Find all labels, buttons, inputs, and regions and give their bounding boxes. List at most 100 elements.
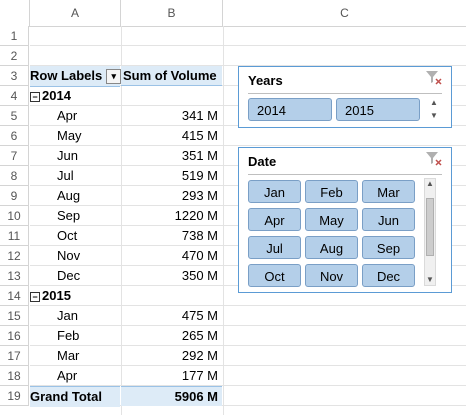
pivot-value-cell[interactable] bbox=[121, 286, 222, 306]
pivot-item-label[interactable]: Oct bbox=[30, 226, 120, 246]
slicer-button-mar[interactable]: Mar bbox=[362, 180, 415, 203]
pivot-value-cell[interactable]: 177 M bbox=[121, 366, 222, 386]
pivot-label-text: Sep bbox=[57, 208, 81, 223]
row-labels-text: Row Labels bbox=[30, 68, 103, 83]
grand-total-value[interactable]: 5906 M bbox=[121, 386, 222, 406]
pivot-item-label[interactable]: Apr bbox=[30, 366, 120, 386]
pivot-label-text: Feb bbox=[57, 328, 80, 343]
row-header[interactable]: 2 bbox=[0, 46, 29, 66]
pivot-item-label[interactable]: Jul bbox=[30, 166, 120, 186]
slicer-button-2015[interactable]: 2015 bbox=[336, 98, 420, 121]
slicer-button-aug[interactable]: Aug bbox=[305, 236, 358, 259]
row-header[interactable]: 14 bbox=[0, 286, 29, 306]
pivot-value-cell[interactable]: 1220 M bbox=[121, 206, 222, 226]
collapse-icon[interactable]: − bbox=[30, 91, 40, 102]
collapse-icon[interactable]: − bbox=[30, 291, 40, 302]
date-scroll-up-icon[interactable]: ▲ bbox=[425, 179, 435, 189]
pivot-item-label[interactable]: Mar bbox=[30, 346, 120, 366]
slicer-button-nov[interactable]: Nov bbox=[305, 264, 358, 287]
pivot-value-cell[interactable]: 265 M bbox=[121, 326, 222, 346]
pivot-label-text: Jul bbox=[57, 168, 74, 183]
slicer-button-dec[interactable]: Dec bbox=[362, 264, 415, 287]
column-header-b[interactable]: B bbox=[121, 0, 223, 26]
pivot-item-label[interactable]: Jun bbox=[30, 146, 120, 166]
pivot-item-label[interactable]: Dec bbox=[30, 266, 120, 286]
years-slicer-title: Years bbox=[248, 73, 283, 88]
slicer-button-jan[interactable]: Jan bbox=[248, 180, 301, 203]
pivot-value-cell[interactable]: 470 M bbox=[121, 246, 222, 266]
pivot-item-label[interactable]: Nov bbox=[30, 246, 120, 266]
slicer-button-2014[interactable]: 2014 bbox=[248, 98, 332, 121]
row-header[interactable]: 17 bbox=[0, 346, 29, 366]
pivot-group-label[interactable]: −2014 bbox=[30, 86, 120, 106]
select-all-corner[interactable] bbox=[0, 0, 30, 26]
slicer-button-apr[interactable]: Apr bbox=[248, 208, 301, 231]
slicer-button-jun[interactable]: Jun bbox=[362, 208, 415, 231]
pivot-value-cell[interactable]: 519 M bbox=[121, 166, 222, 186]
row-header[interactable]: 6 bbox=[0, 126, 29, 146]
pivot-item-label[interactable]: Apr bbox=[30, 106, 120, 126]
date-slicer-divider bbox=[248, 174, 442, 175]
date-slicer-title: Date bbox=[248, 154, 277, 169]
filter-clear-icon[interactable] bbox=[425, 151, 443, 167]
column-gridline bbox=[223, 26, 224, 415]
pivot-value-cell[interactable]: 738 M bbox=[121, 226, 222, 246]
column-header-bar: A B C bbox=[0, 0, 466, 27]
pivot-group-label[interactable]: −2015 bbox=[30, 286, 120, 306]
row-header[interactable]: 18 bbox=[0, 366, 29, 386]
row-labels-filter-button[interactable]: ▾ bbox=[106, 69, 122, 85]
pivot-label-text: May bbox=[57, 128, 82, 143]
pivot-item-label[interactable]: Feb bbox=[30, 326, 120, 346]
slicer-button-jul[interactable]: Jul bbox=[248, 236, 301, 259]
years-scroll-down-icon[interactable]: ▼ bbox=[429, 111, 439, 121]
pivot-item-label[interactable]: Aug bbox=[30, 186, 120, 206]
pivot-value-cell[interactable]: 475 M bbox=[121, 306, 222, 326]
date-scrollbar[interactable]: ▲ ▼ bbox=[424, 178, 436, 286]
row-header[interactable]: 3 bbox=[0, 66, 29, 86]
pivot-item-label[interactable]: Sep bbox=[30, 206, 120, 226]
row-header[interactable]: 9 bbox=[0, 186, 29, 206]
row-header[interactable]: 1 bbox=[0, 26, 29, 46]
column-header-a[interactable]: A bbox=[30, 0, 121, 26]
pivot-label-text: Dec bbox=[57, 268, 81, 283]
slicer-button-may[interactable]: May bbox=[305, 208, 358, 231]
pivot-header-row-labels[interactable]: Row Labels ▾ bbox=[30, 66, 122, 87]
pivot-label-text: Apr bbox=[57, 368, 78, 383]
pivot-header-sum[interactable]: Sum of Volume bbox=[121, 66, 222, 86]
row-header[interactable]: 11 bbox=[0, 226, 29, 246]
slicer-button-sep[interactable]: Sep bbox=[362, 236, 415, 259]
pivot-value-cell[interactable]: 341 M bbox=[121, 106, 222, 126]
row-header[interactable]: 5 bbox=[0, 106, 29, 126]
pivot-label-text: Aug bbox=[57, 188, 81, 203]
pivot-item-label[interactable]: May bbox=[30, 126, 120, 146]
pivot-value-cell[interactable]: 351 M bbox=[121, 146, 222, 166]
slicer-button-feb[interactable]: Feb bbox=[305, 180, 358, 203]
pivot-value-cell[interactable]: 350 M bbox=[121, 266, 222, 286]
pivot-label-text: Mar bbox=[57, 348, 80, 363]
row-header[interactable]: 12 bbox=[0, 246, 29, 266]
pivot-label-text: Oct bbox=[57, 228, 78, 243]
row-header[interactable]: 13 bbox=[0, 266, 29, 286]
years-scroll-up-icon[interactable]: ▲ bbox=[429, 98, 439, 108]
grand-total-label[interactable]: Grand Total bbox=[30, 386, 120, 407]
date-scroll-down-icon[interactable]: ▼ bbox=[425, 275, 435, 285]
row-header[interactable]: 15 bbox=[0, 306, 29, 326]
pivot-item-label[interactable]: Jan bbox=[30, 306, 120, 326]
pivot-value-cell[interactable]: 292 M bbox=[121, 346, 222, 366]
pivot-value-cell[interactable]: 415 M bbox=[121, 126, 222, 146]
filter-clear-icon[interactable] bbox=[425, 70, 443, 86]
row-header[interactable]: 16 bbox=[0, 326, 29, 346]
date-slicer[interactable]: Date Jan Feb Mar Apr May Jun Jul Aug Sep Oct Nov De… bbox=[238, 147, 452, 293]
column-header-c[interactable]: C bbox=[223, 0, 466, 26]
slicer-button-oct[interactable]: Oct bbox=[248, 264, 301, 287]
pivot-value-cell[interactable]: 293 M bbox=[121, 186, 222, 206]
pivot-value-cell[interactable] bbox=[121, 86, 222, 106]
row-header[interactable]: 7 bbox=[0, 146, 29, 166]
row-header[interactable]: 8 bbox=[0, 166, 29, 186]
years-slicer[interactable]: Years 2014 2015 ▲ ▼ bbox=[238, 66, 452, 128]
years-slicer-divider bbox=[248, 93, 442, 94]
row-header[interactable]: 10 bbox=[0, 206, 29, 226]
row-header[interactable]: 19 bbox=[0, 386, 29, 406]
date-scroll-thumb[interactable] bbox=[426, 198, 434, 256]
row-header[interactable]: 4 bbox=[0, 86, 29, 106]
